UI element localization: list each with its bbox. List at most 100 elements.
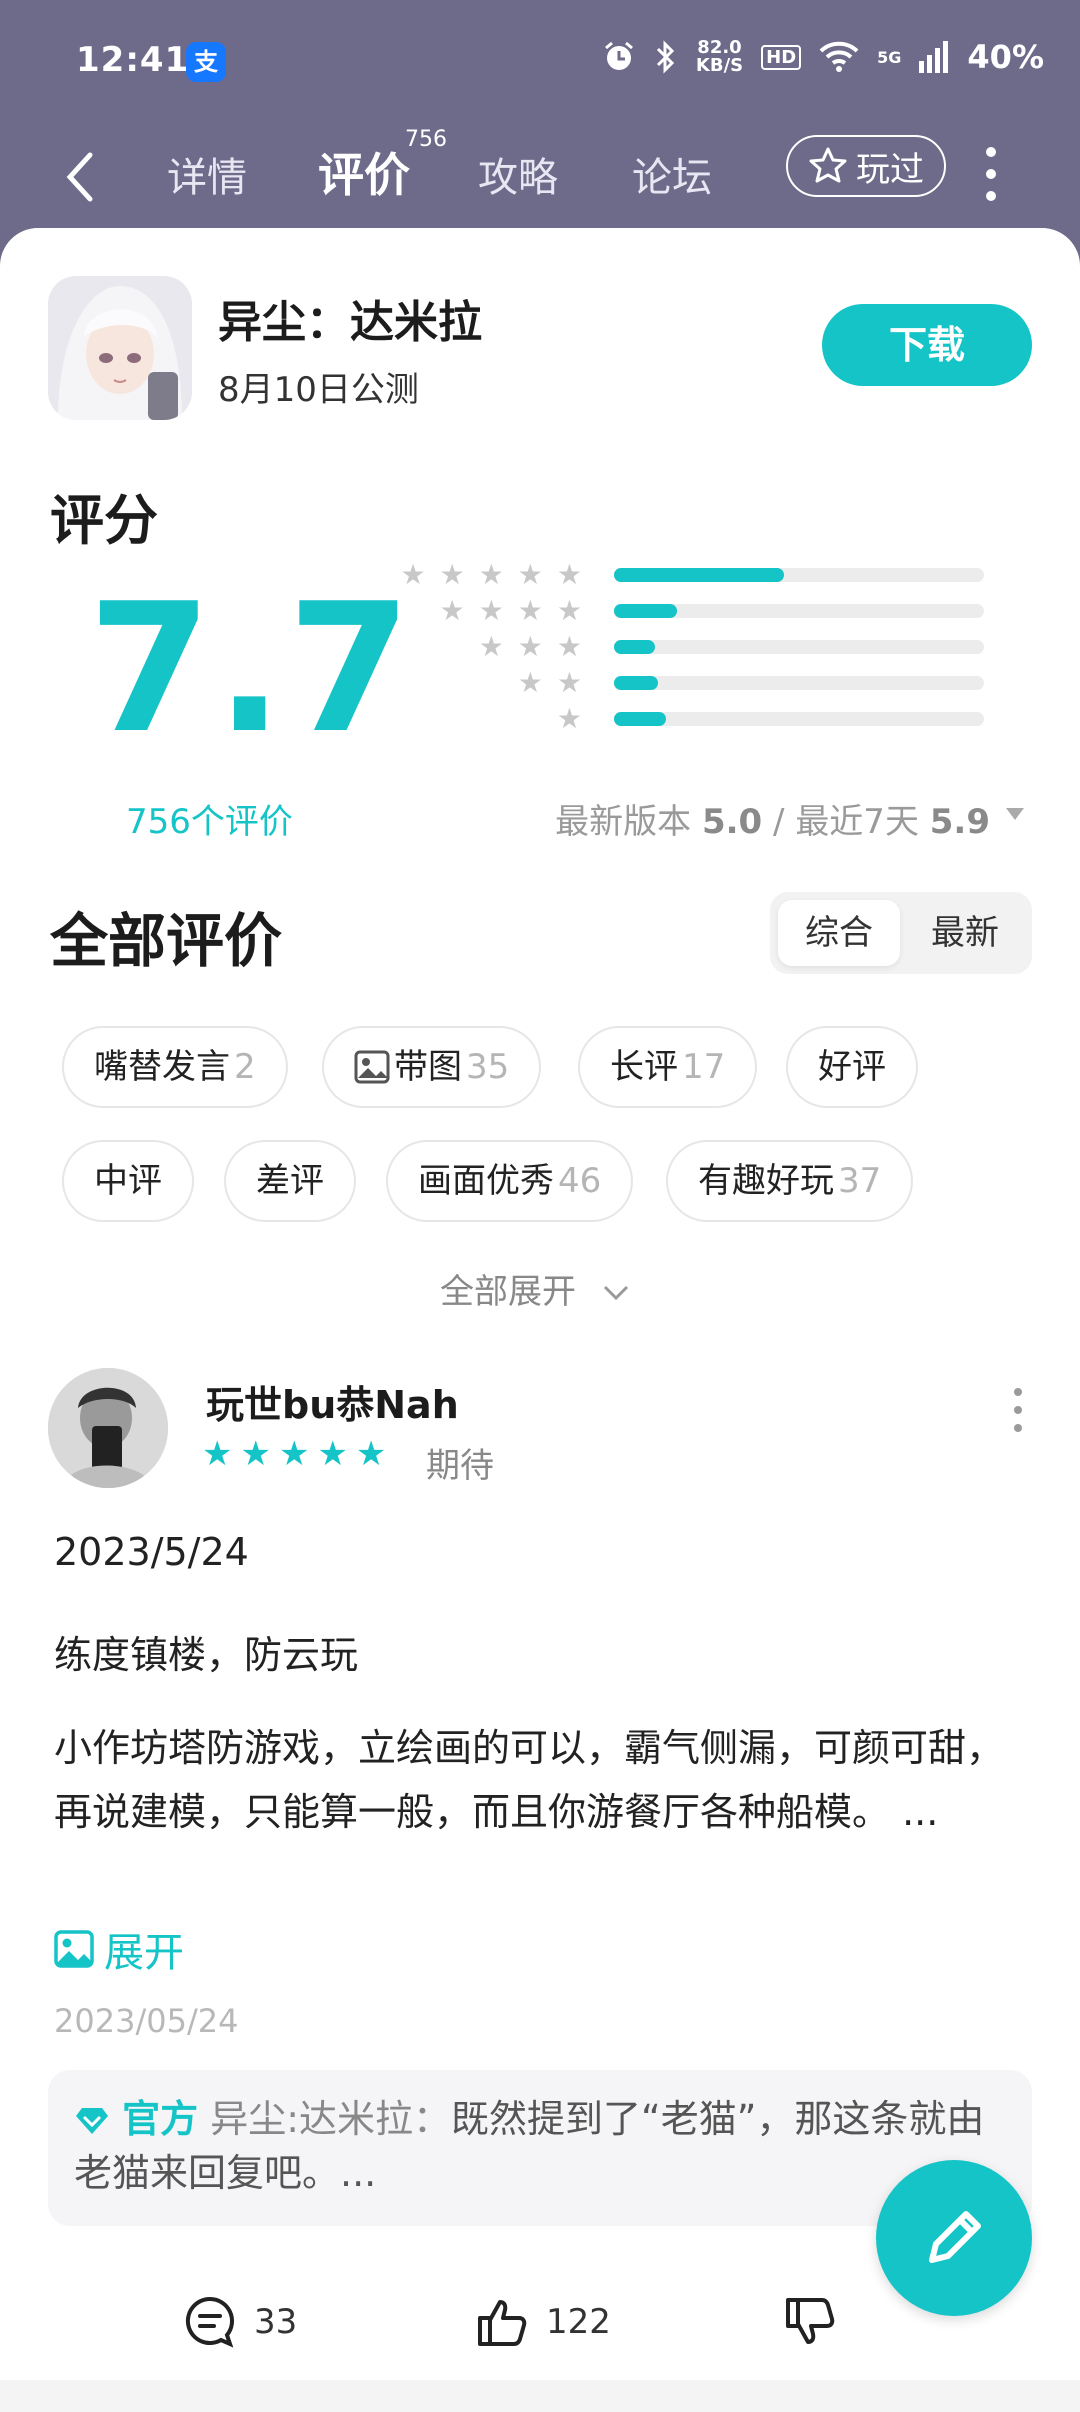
distribution-bar-track <box>614 712 984 726</box>
hd-icon: HD <box>761 44 802 70</box>
rating-distribution: ★★★★★ ★★★★ ★★★ ★★ ★ <box>392 554 992 735</box>
review-body[interactable]: 小作坊塔防游戏，立绘画的可以，霸气侧漏，可颜可甜，再说建模，只能算一般，而且你游… <box>54 1716 1034 1844</box>
sort-toggle: 综合 最新 <box>770 892 1032 974</box>
alarm-icon <box>604 41 633 70</box>
official-name: 异尘:达米拉： <box>210 2097 452 2141</box>
chip-positive[interactable]: 好评 <box>786 1026 918 1108</box>
user-rating-stars: ★★★★★ <box>202 1434 395 1474</box>
chip-negative[interactable]: 差评 <box>224 1140 356 1222</box>
sort-latest[interactable]: 最新 <box>904 900 1026 966</box>
distribution-stars: ★★★ <box>478 630 596 663</box>
tab-guides[interactable]: 攻略 <box>478 145 558 203</box>
star-plus-icon <box>809 147 847 183</box>
bottom-divider <box>0 2380 1080 2412</box>
review-headline: 练度镇楼，防云玩 <box>54 1633 359 1677</box>
thumbs-down-icon <box>786 2298 835 2344</box>
all-reviews-title: 全部评价 <box>50 907 283 975</box>
comment-count: 33 <box>254 2302 298 2342</box>
rating-score: 7.7 <box>88 565 416 772</box>
chip-count: 2 <box>234 1047 256 1087</box>
distribution-bar-track <box>614 640 984 654</box>
distribution-bar-fill <box>614 676 659 690</box>
thumbs-up-icon <box>478 2300 527 2346</box>
like-count: 122 <box>546 2302 611 2342</box>
diamond-icon <box>76 2108 108 2134</box>
chip-great-visuals[interactable]: 画面优秀 46 <box>386 1140 634 1222</box>
battery-percent: 40% <box>967 38 1044 76</box>
image-icon <box>54 1930 94 1968</box>
chip-neutral[interactable]: 中评 <box>62 1140 194 1222</box>
tab-reviews[interactable]: 评价 <box>318 139 410 205</box>
distribution-row-4-star: ★★★★ <box>392 590 992 627</box>
wifi-icon <box>819 41 859 72</box>
distribution-stars: ★ <box>556 702 596 735</box>
expand-label: 展开 <box>104 1930 184 1976</box>
chip-label: 长评 <box>610 1047 678 1087</box>
expand-all-label: 全部展开 <box>440 1272 576 1312</box>
game-icon[interactable] <box>48 276 192 420</box>
version-separator: / <box>773 802 785 842</box>
review-date: 2023/5/24 <box>54 1530 249 1574</box>
chip-label: 带图 <box>394 1047 462 1087</box>
expand-review-link[interactable]: 展开 <box>54 1920 184 1978</box>
sort-comprehensive[interactable]: 综合 <box>778 900 900 966</box>
distribution-row-5-star: ★★★★★ <box>392 554 992 591</box>
distribution-bar-fill <box>614 568 785 582</box>
version-rating[interactable]: 最新版本 5.0 / 最近7天 5.9 <box>555 794 990 843</box>
distribution-stars: ★★ <box>517 666 596 699</box>
chip-label: 中评 <box>94 1161 162 1201</box>
tab-forum[interactable]: 论坛 <box>632 145 712 203</box>
user-avatar[interactable] <box>48 1368 168 1488</box>
rating-title: 评分 <box>50 489 158 552</box>
distribution-bar-fill <box>614 604 677 618</box>
version-label: 最新版本 <box>555 802 692 842</box>
chip-count: 35 <box>466 1047 510 1087</box>
image-icon <box>354 1050 390 1084</box>
distribution-stars: ★★★★ <box>439 594 596 627</box>
distribution-bar-track <box>614 604 984 618</box>
distribution-bar-fill <box>614 712 666 726</box>
version-score: 5.0 <box>701 802 763 842</box>
chip-with-images[interactable]: 带图 35 <box>322 1026 542 1108</box>
review-count: 756个评价 <box>126 802 293 842</box>
tab-details[interactable]: 详情 <box>167 145 247 203</box>
net-speed: 82.0 KB/S <box>696 39 743 75</box>
distribution-bar-track <box>614 676 984 690</box>
tab-reviews-count: 756 <box>405 127 447 152</box>
chip-count: 46 <box>558 1161 602 1201</box>
chip-label: 有趣好玩 <box>698 1161 834 1201</box>
distribution-bar-track <box>614 568 984 582</box>
top-nav: 详情 评价 756 攻略 论坛 玩过 <box>0 125 1080 230</box>
chip-long-reviews[interactable]: 长评 17 <box>578 1026 758 1108</box>
distribution-row-2-star: ★★ <box>392 662 992 699</box>
chip-count: 17 <box>682 1047 726 1087</box>
username[interactable]: 玩世bu恭Nah <box>206 1374 459 1429</box>
download-button[interactable]: 下载 <box>822 304 1032 386</box>
user-status: 期待 <box>426 1446 494 1486</box>
write-review-button[interactable] <box>876 2160 1032 2316</box>
back-arrow-icon[interactable] <box>60 143 100 213</box>
like-button[interactable]: 122 <box>474 2294 611 2350</box>
chevron-down-icon <box>603 1285 628 1301</box>
distribution-row-3-star: ★★★ <box>392 626 992 663</box>
chip-label: 差评 <box>256 1161 324 1201</box>
post-date: 2023/05/24 <box>54 2002 239 2040</box>
more-menu-icon[interactable] <box>984 147 998 213</box>
comment-button[interactable]: 33 <box>182 2294 297 2350</box>
status-time: 12:41 <box>76 40 190 80</box>
bluetooth-icon <box>656 40 675 74</box>
played-button[interactable]: 玩过 <box>786 135 946 197</box>
comment-icon <box>185 2296 235 2348</box>
net-speed-unit: KB/S <box>695 55 744 76</box>
release-date: 8月10日公测 <box>218 370 419 410</box>
chip-fun[interactable]: 有趣好玩 37 <box>666 1140 914 1222</box>
dropdown-caret-icon[interactable] <box>1006 808 1024 820</box>
pencil-icon <box>929 2211 981 2263</box>
chip-highlight-comments[interactable]: 嘴替发言 2 <box>62 1026 288 1108</box>
chip-label: 好评 <box>818 1047 886 1087</box>
review-more-icon[interactable] <box>1014 1388 1022 1442</box>
alipay-app-icon: 支 <box>186 42 226 82</box>
expand-all-button[interactable]: 全部展开 <box>440 1264 631 1313</box>
distribution-bar-fill <box>614 640 655 654</box>
dislike-button[interactable] <box>782 2294 838 2350</box>
